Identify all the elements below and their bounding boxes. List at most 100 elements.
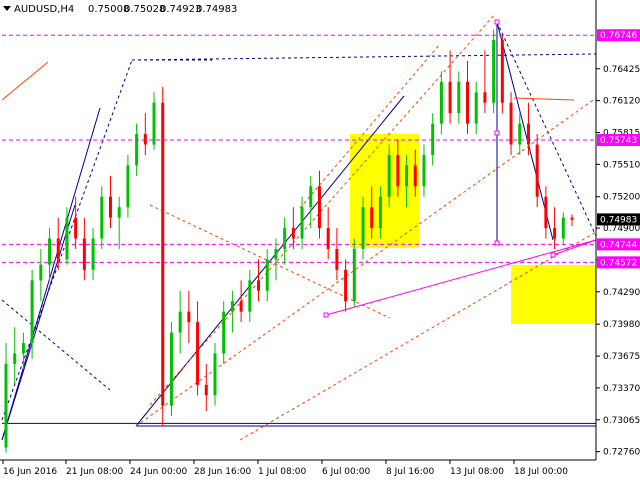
x-axis: 16 Jun 2016 21 Jun 08:00 24 Jun 00:00 28 Ju… <box>2 460 568 477</box>
candle-body <box>370 207 374 229</box>
candle-body <box>48 238 52 265</box>
candle-body <box>535 144 539 197</box>
anchor-point-0 <box>323 312 329 318</box>
candle-body <box>222 311 226 354</box>
candle-body <box>82 238 86 270</box>
candle <box>535 134 539 208</box>
candle-body <box>317 186 321 229</box>
candle-body <box>143 134 147 145</box>
x-tick-label: 8 Jul 16:00 <box>386 467 435 477</box>
candle <box>492 29 496 114</box>
candle-body <box>387 154 391 197</box>
candle-body <box>300 207 304 239</box>
candle-body <box>474 92 478 124</box>
x-tick-label: 16 Jun 2016 <box>3 467 57 477</box>
candle-body <box>56 238 60 260</box>
candle-body <box>283 228 287 249</box>
candle-body <box>257 280 261 291</box>
anchor-point-1 <box>550 252 556 258</box>
symbol-title: AUDUSD,H4 <box>14 4 74 15</box>
y-tick-label: 0.73980 <box>603 320 640 330</box>
price-tag: 0.74572 <box>597 256 640 269</box>
candle <box>161 87 165 427</box>
y-tick-label: 0.74290 <box>603 288 640 298</box>
candle-body <box>466 81 470 124</box>
candle-body <box>39 264 43 281</box>
candle-body <box>178 311 182 333</box>
candle-body <box>326 228 330 249</box>
candle-body <box>439 81 443 124</box>
candle-body <box>378 196 382 229</box>
candle-body <box>152 102 156 145</box>
price-tag-label: 0.75743 <box>600 136 637 146</box>
price-chart[interactable]: 0.764250.761200.758150.755100.752000.749… <box>0 0 640 480</box>
candle-body <box>187 311 191 323</box>
candle-body <box>553 228 557 239</box>
candle-body <box>544 196 548 229</box>
candle-body <box>100 196 104 239</box>
price-tag-label: 0.74983 <box>600 215 637 225</box>
plot-background <box>0 0 596 460</box>
candle-body <box>239 301 243 312</box>
candle-body <box>422 154 426 187</box>
candle-body <box>309 186 313 208</box>
price-tag: 0.74983 <box>597 213 640 226</box>
candle-body <box>13 353 17 364</box>
y-tick-label: 0.75200 <box>603 193 640 203</box>
y-tick-label: 0.73065 <box>603 416 640 426</box>
candle <box>500 34 504 114</box>
candle-body <box>335 248 339 270</box>
anchor-point-2 <box>494 19 500 25</box>
chart-header: AUDUSD,H4 0.75008 0.75028 0.74923 0.7498… <box>3 4 237 15</box>
x-tick-label: 21 Jun 08:00 <box>66 467 123 477</box>
candle-body <box>457 81 461 114</box>
candle-body <box>30 280 34 343</box>
candle-body <box>21 342 25 354</box>
x-tick-label: 18 Jul 00:00 <box>514 467 568 477</box>
candle-body <box>448 81 452 114</box>
candle-body <box>169 332 173 406</box>
close-value: 0.74983 <box>196 4 237 15</box>
y-tick-label: 0.72760 <box>603 448 640 458</box>
anchor-point-4 <box>494 130 500 136</box>
candle-body <box>135 134 139 166</box>
x-tick-label: 24 Jun 00:00 <box>130 467 187 477</box>
y-tick-label: 0.73675 <box>603 352 640 362</box>
candle-body <box>196 322 200 385</box>
candle-body <box>561 217 565 239</box>
y-tick-label: 0.74900 <box>603 224 640 234</box>
candle-body <box>91 238 95 270</box>
candle-body <box>352 248 356 302</box>
candle-body <box>518 123 522 145</box>
candle-body <box>509 102 513 145</box>
x-tick-label: 1 Jul 08:00 <box>258 467 307 477</box>
candle-body <box>161 102 165 406</box>
y-tick-label: 0.76425 <box>603 65 640 75</box>
price-tag: 0.76746 <box>597 29 640 42</box>
candle-body <box>344 269 348 302</box>
candle-body <box>117 207 121 218</box>
candle-body <box>265 259 269 291</box>
candle-body <box>492 40 496 103</box>
y-tick-label: 0.76120 <box>603 97 640 107</box>
y-tick-label: 0.75510 <box>603 160 640 170</box>
price-tag-label: 0.74744 <box>600 240 637 250</box>
candle-body <box>74 217 78 239</box>
x-tick-label: 13 Jul 08:00 <box>450 467 504 477</box>
candle-body <box>361 207 365 249</box>
price-tag: 0.75743 <box>597 134 640 147</box>
candle-body <box>230 301 234 312</box>
candle-body <box>431 123 435 155</box>
candle-body <box>65 217 69 260</box>
price-tag-label: 0.74572 <box>600 258 637 268</box>
y-tick-label: 0.73370 <box>603 384 640 394</box>
candle-body <box>526 123 530 145</box>
highlight-zone-lower <box>511 265 596 324</box>
candle-body <box>483 92 487 103</box>
candle-body <box>291 228 295 239</box>
candle-body <box>396 154 400 187</box>
candle-body <box>204 384 208 396</box>
highlight-zone-upper <box>350 134 419 248</box>
candle <box>169 322 173 417</box>
candle-body <box>570 217 574 220</box>
